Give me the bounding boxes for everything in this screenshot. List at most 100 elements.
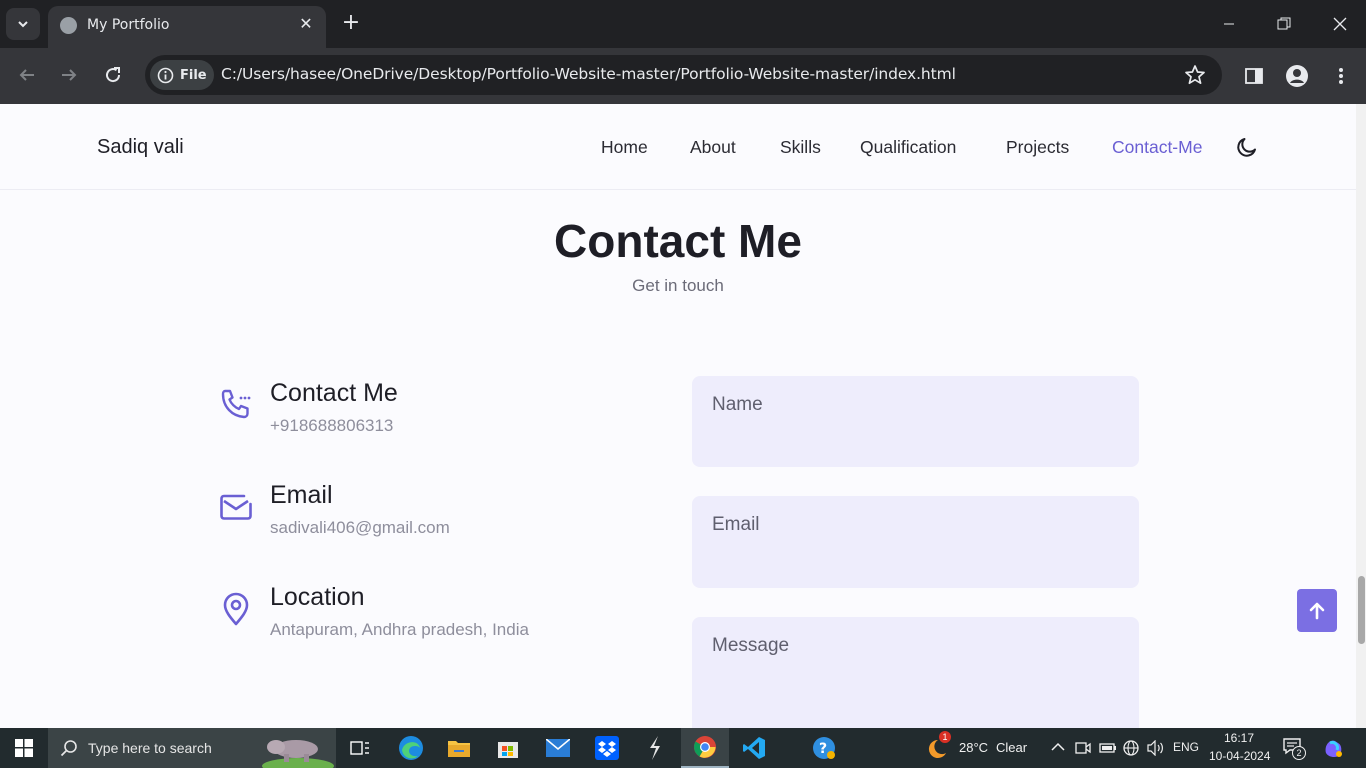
volume-icon[interactable] [1147, 740, 1165, 756]
clock-time: 16:17 [1224, 731, 1255, 745]
task-view-button[interactable] [336, 728, 384, 768]
help-app[interactable]: ? [800, 728, 848, 768]
notification-count: 2 [1292, 746, 1306, 760]
site-header: Sadiq vali Home About Skills Qualificati… [0, 104, 1356, 190]
vscode-icon [743, 737, 765, 759]
address-bar[interactable]: File C:/Users/hasee/OneDrive/Desktop/Por… [145, 55, 1222, 95]
phone-icon [221, 389, 251, 419]
close-window-button[interactable] [1317, 8, 1363, 40]
vscode-app[interactable] [730, 728, 778, 768]
page-viewport: Sadiq vali Home About Skills Qualificati… [0, 104, 1356, 728]
bookmark-star-icon[interactable] [1184, 64, 1206, 86]
name-field[interactable]: Name [692, 376, 1139, 467]
mail-app-icon [546, 739, 570, 757]
search-icon [60, 740, 77, 757]
globe-icon [60, 17, 77, 34]
more-vertical-icon [1339, 68, 1343, 84]
profile-button[interactable] [1284, 63, 1310, 89]
arrow-right-icon [62, 69, 77, 81]
dropbox-icon [595, 736, 619, 760]
chrome-icon [694, 736, 716, 758]
arrow-up-icon [1309, 602, 1325, 619]
url-text[interactable]: C:/Users/hasee/OneDrive/Desktop/Portfoli… [221, 65, 956, 83]
lightning-app-icon [650, 736, 660, 760]
profile-icon [1286, 65, 1308, 87]
arrow-left-icon [19, 69, 34, 81]
reload-button[interactable] [98, 60, 128, 90]
minimize-button[interactable] [1206, 8, 1252, 40]
site-info-chip[interactable]: File [150, 60, 214, 90]
email-field[interactable]: Email [692, 496, 1139, 588]
mail-app[interactable] [534, 728, 582, 768]
reload-icon [106, 67, 121, 83]
message-field[interactable]: Message [692, 617, 1139, 728]
message-field-label: Message [712, 635, 790, 656]
weather-temperature: 28°C [959, 740, 989, 755]
location-title: Location [270, 583, 365, 611]
restore-button[interactable] [1261, 8, 1307, 40]
page-scrollbar[interactable] [1356, 104, 1366, 728]
mail-icon [220, 494, 252, 520]
chrome-app[interactable] [681, 728, 729, 768]
location-pin-icon [223, 592, 249, 626]
close-tab-icon[interactable]: ✕ [296, 14, 316, 34]
search-placeholder: Type here to search [88, 740, 212, 756]
taskbar-search[interactable]: Type here to search [48, 728, 336, 768]
dropbox-app[interactable] [583, 728, 631, 768]
weather-widget[interactable]: 1 28°C Clear [924, 728, 1034, 768]
forward-button[interactable] [54, 60, 84, 90]
info-icon [157, 67, 174, 83]
scroll-to-top-button[interactable] [1297, 589, 1337, 632]
clock[interactable]: 16:17 10-04-2024 [1204, 728, 1272, 768]
email-title: Email [270, 481, 333, 509]
nav-skills[interactable]: Skills [780, 137, 821, 158]
store-app[interactable] [484, 728, 532, 768]
edge-icon [399, 736, 423, 760]
minimize-icon [1224, 23, 1234, 25]
chevron-up-icon[interactable] [1051, 742, 1065, 752]
meet-now-icon[interactable] [1075, 741, 1091, 755]
browser-tabstrip: My Portfolio ✕ + [0, 0, 1366, 48]
tab-search-button[interactable] [6, 8, 40, 40]
battery-icon[interactable] [1099, 741, 1117, 755]
section-title: Contact Me [554, 215, 802, 267]
moon-icon[interactable] [1235, 135, 1259, 159]
task-view-icon [350, 741, 369, 755]
back-button[interactable] [12, 60, 42, 90]
unknown-app[interactable] [631, 728, 679, 768]
weather-badge: 1 [939, 731, 951, 743]
side-panel-button[interactable] [1241, 63, 1267, 89]
nav-about[interactable]: About [690, 137, 736, 158]
name-field-label: Name [712, 394, 763, 415]
email-address: sadivali406@gmail.com [270, 518, 450, 537]
email-field-label: Email [712, 514, 760, 535]
language-indicator[interactable]: ENG [1173, 740, 1199, 754]
nav-qualification[interactable]: Qualification [860, 137, 956, 158]
search-highlight-hippo-icon [262, 740, 334, 768]
notification-center-button[interactable]: 2 [1282, 736, 1306, 760]
restore-icon [1277, 17, 1291, 30]
site-logo[interactable]: Sadiq vali [97, 136, 184, 159]
network-globe-icon[interactable] [1123, 740, 1139, 756]
start-button[interactable] [0, 728, 48, 768]
file-explorer-app[interactable] [435, 728, 483, 768]
site-chip-label: File [180, 67, 207, 83]
windows-logo-icon [15, 739, 33, 757]
copilot-icon[interactable] [1322, 737, 1344, 759]
tab-my-portfolio[interactable]: My Portfolio ✕ [48, 6, 326, 48]
tab-title: My Portfolio [87, 17, 170, 33]
section-subtitle: Get in touch [632, 276, 724, 295]
edge-app[interactable] [387, 728, 435, 768]
browser-menu-button[interactable] [1328, 63, 1354, 89]
nav-home[interactable]: Home [601, 137, 648, 158]
store-icon [498, 742, 518, 758]
folder-icon [448, 741, 470, 757]
location-address: Antapuram, Andhra pradesh, India [270, 620, 529, 639]
contact-info-title: Contact Me [270, 379, 398, 407]
help-icon: ? [813, 737, 835, 759]
side-panel-icon [1245, 68, 1263, 84]
nav-projects[interactable]: Projects [1006, 137, 1069, 158]
new-tab-button[interactable]: + [338, 10, 364, 36]
scrollbar-thumb[interactable] [1358, 576, 1365, 644]
nav-contact-me[interactable]: Contact-Me [1112, 137, 1202, 158]
